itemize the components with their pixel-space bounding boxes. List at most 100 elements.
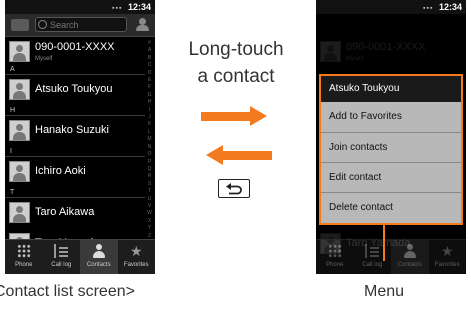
contact-sub: Myself <box>35 56 53 62</box>
alphabet-index-letter[interactable]: X <box>145 218 154 225</box>
avatar <box>9 202 30 223</box>
tab-bar: Phone Call log Contacts ★ Favorites <box>316 239 466 274</box>
list-item[interactable]: Ichiro Aoki <box>5 157 145 187</box>
back-key-icon <box>218 179 250 198</box>
signal-icon: ▪▪▪ <box>112 5 123 12</box>
contact-list-screen: ▪▪▪ 12:34 Search 090-0001-XXXX Myself A … <box>5 0 155 274</box>
alphabet-index-letter[interactable]: P <box>145 159 154 166</box>
contact-name: 090-0001-XXXX <box>35 41 115 53</box>
menu-item-add-to-favorites[interactable]: Add to Favorites <box>321 102 461 132</box>
tab-favorites: ★ Favorites <box>429 240 467 274</box>
alphabet-index-letter[interactable]: L <box>145 129 154 136</box>
alphabet-index-letter[interactable]: J <box>145 114 154 121</box>
alphabet-index-letter[interactable]: K <box>145 121 154 128</box>
section-header: T <box>5 188 145 198</box>
tab-call-log: Call log <box>354 240 392 274</box>
alphabet-index-letter[interactable]: D <box>145 70 154 77</box>
menu-callout-line <box>383 225 385 261</box>
right-caption: Menu <box>364 283 405 300</box>
list-item[interactable]: Atsuko Toukyou <box>5 75 145 105</box>
instruction-caption: Long-touch a contact <box>165 36 307 90</box>
alphabet-index-letter[interactable]: Q <box>145 166 154 173</box>
avatar <box>9 79 30 100</box>
context-menu: Atsuko Toukyou Add to Favorites Join con… <box>319 74 463 225</box>
section-header: A <box>5 65 145 75</box>
menu-item-delete-contact[interactable]: Delete contact <box>321 192 461 222</box>
alphabet-index-letter[interactable]: O <box>145 151 154 158</box>
status-bar: ▪▪▪ 12:34 <box>316 0 466 14</box>
alphabet-index-letter[interactable]: C <box>145 62 154 69</box>
alphabet-index-letter[interactable]: H <box>145 99 154 106</box>
alphabet-index-letter[interactable]: B <box>145 55 154 62</box>
tab-label: Contacts <box>397 262 422 268</box>
search-icon <box>38 20 47 29</box>
tab-label: Phone <box>15 262 33 268</box>
tab-favorites[interactable]: ★ Favorites <box>118 240 156 274</box>
contact-name: Taro Aikawa <box>35 206 95 218</box>
alphabet-index-letter[interactable]: M <box>145 136 154 143</box>
list-item-myself[interactable]: 090-0001-XXXX Myself <box>5 37 145 67</box>
menu-item-edit-contact[interactable]: Edit contact <box>321 162 461 192</box>
contact-name: Ichiro Aoki <box>35 165 86 177</box>
tab-label: Call log <box>51 262 72 268</box>
tab-label: Phone <box>326 262 344 268</box>
contact-menu-screen: ▪▪▪ 12:34 090-0001-XXXX Myself Taro Yama… <box>316 0 466 274</box>
alphabet-index-letter[interactable]: F <box>145 84 154 91</box>
alphabet-index-letter[interactable]: N <box>145 144 154 151</box>
alphabet-index-letter[interactable]: E <box>145 77 154 84</box>
list-item[interactable]: Hanako Suzuki <box>5 116 145 146</box>
search-input[interactable]: Search <box>35 17 127 32</box>
arrow-right-icon <box>201 106 267 127</box>
status-bar: ▪▪▪ 12:34 <box>5 0 155 14</box>
tab-label: Favorites <box>123 262 149 268</box>
section-header: I <box>5 147 145 157</box>
contact-name: Hanako Suzuki <box>35 124 109 136</box>
alphabet-index-letter[interactable]: W <box>145 210 154 217</box>
instruction-line-2: a contact <box>197 66 275 87</box>
tab-contacts: Contacts <box>391 240 429 274</box>
avatar <box>9 161 30 182</box>
instruction-line-1: Long-touch <box>188 39 284 60</box>
alphabet-index[interactable]: # A B C D E F G H I J K L M N O P Q R S T U V W X Y Z <box>145 40 154 240</box>
contact-name: Atsuko Toukyou <box>35 83 113 95</box>
call-log-icon <box>54 244 70 258</box>
star-icon: ★ <box>129 243 143 259</box>
status-time: 12:34 <box>438 2 462 12</box>
menu-item-join-contacts[interactable]: Join contacts <box>321 132 461 162</box>
contacts-icon <box>92 244 106 258</box>
tab-label: Contacts <box>86 262 111 268</box>
call-log-icon <box>365 244 381 258</box>
contact-list: 090-0001-XXXX Myself A Atsuko Toukyou H … <box>5 37 155 254</box>
section-header: H <box>5 106 145 116</box>
tab-phone[interactable]: Phone <box>5 240 43 274</box>
alphabet-index-letter[interactable]: R <box>145 173 154 180</box>
alphabet-index-letter[interactable]: Y <box>145 225 154 232</box>
tab-phone: Phone <box>316 240 354 274</box>
groups-icon[interactable] <box>11 19 29 31</box>
avatar <box>9 41 30 62</box>
alphabet-index-letter[interactable]: G <box>145 92 154 99</box>
tab-bar: Phone Call log Contacts ★ Favorites <box>5 239 155 274</box>
list-item[interactable]: Taro Aikawa <box>5 198 145 228</box>
star-icon: ★ <box>440 243 454 259</box>
alphabet-index-letter[interactable]: U <box>145 196 154 203</box>
left-caption: Contact list screen> <box>0 283 135 300</box>
search-bar: Search <box>5 14 155 37</box>
add-contact-icon[interactable] <box>136 18 149 32</box>
dialpad-icon <box>16 244 31 258</box>
alphabet-index-letter[interactable]: V <box>145 203 154 210</box>
signal-icon: ▪▪▪ <box>423 5 434 12</box>
status-time: 12:34 <box>127 2 151 12</box>
alphabet-index-letter[interactable]: # <box>145 40 154 47</box>
alphabet-index-letter[interactable]: A <box>145 47 154 54</box>
tab-label: Call log <box>362 262 383 268</box>
menu-title: Atsuko Toukyou <box>321 76 461 102</box>
tab-call-log[interactable]: Call log <box>43 240 81 274</box>
arrow-left-icon <box>206 145 272 166</box>
alphabet-index-letter[interactable]: T <box>145 188 154 195</box>
alphabet-index-letter[interactable]: I <box>145 107 154 114</box>
tab-contacts[interactable]: Contacts <box>80 240 118 274</box>
alphabet-index-letter[interactable]: S <box>145 181 154 188</box>
dialpad-icon <box>327 244 342 258</box>
avatar <box>9 120 30 141</box>
